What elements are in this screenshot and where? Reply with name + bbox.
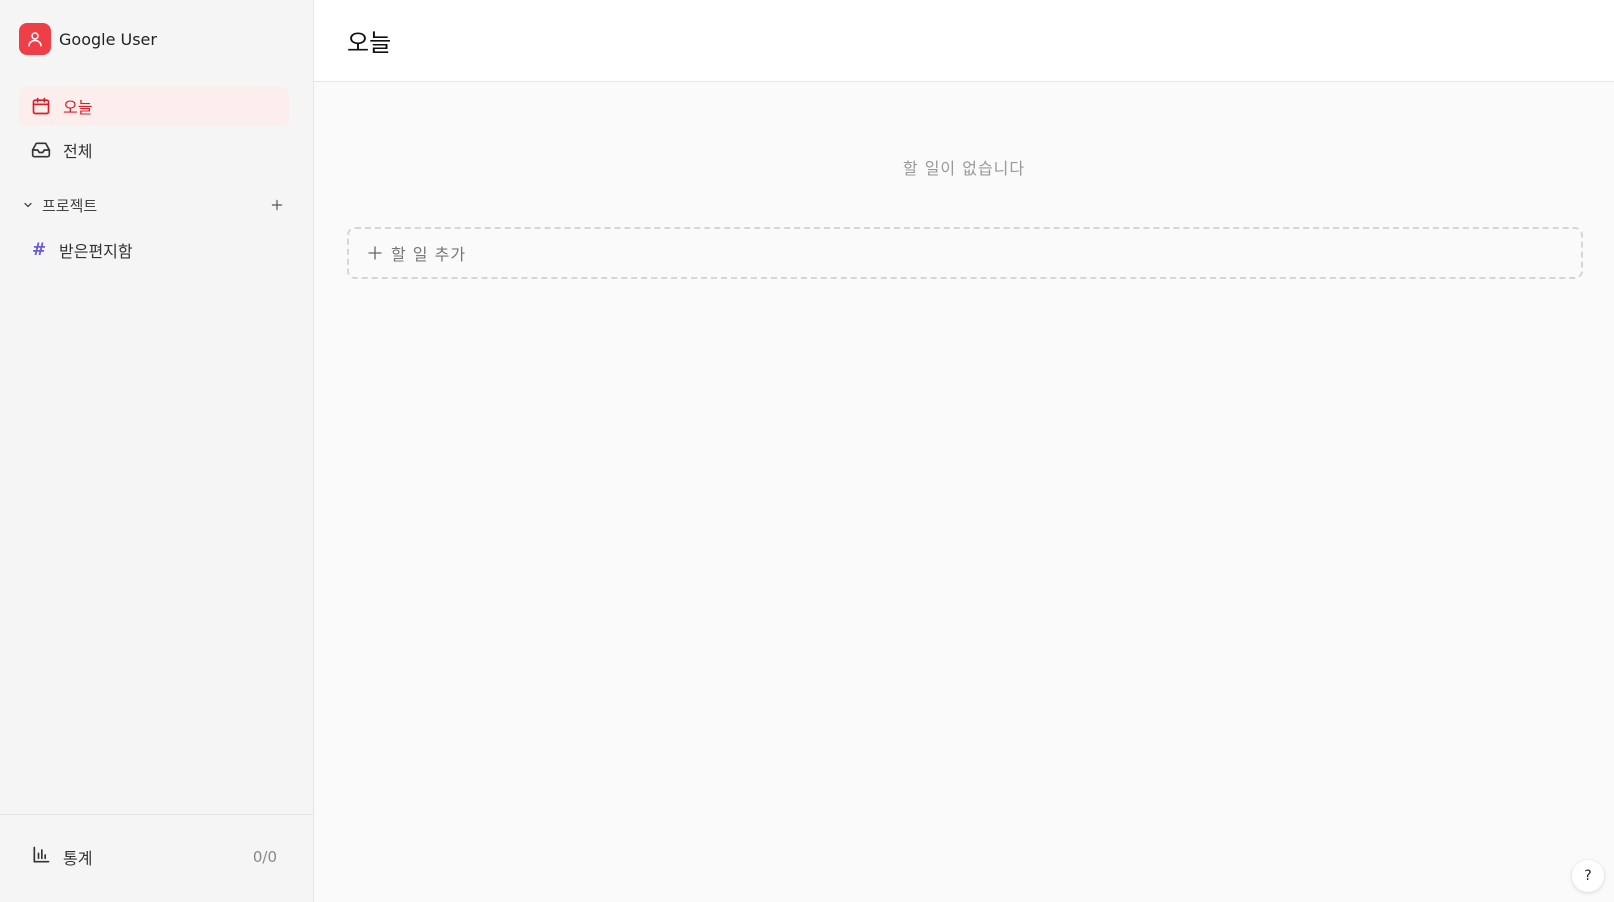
project-label: 받은편지함 [59,242,133,261]
chevron-down-icon[interactable] [20,197,36,213]
sidebar-footer: 통계 0/0 [0,814,314,902]
stats-button[interactable]: 통계 0/0 [19,837,289,877]
plus-icon [368,246,382,260]
sidebar-item-all[interactable]: 전체 [19,130,289,170]
add-project-button[interactable] [267,195,287,215]
projects-header: 프로젝트 [19,191,289,219]
avatar [19,23,51,55]
user-profile[interactable]: Google User [19,22,157,56]
page-title: 오늘 [347,29,392,57]
sidebar-item-label: 오늘 [63,98,93,117]
plus-icon [271,199,283,211]
stats-count: 0/0 [252,848,277,866]
help-button[interactable]: ? [1572,860,1604,892]
sidebar-item-label: 전체 [63,142,93,161]
sidebar-item-today[interactable]: 오늘 [19,86,289,126]
main-header: 오늘 [314,0,1614,82]
empty-state-text: 할 일이 없습니다 [902,159,1026,178]
stats-label: 통계 [63,849,93,868]
sidebar: Google User 오늘 전체 프로젝트 # 받은편지함 통계 0/0 [0,0,314,902]
calendar-icon [31,96,51,116]
bar-chart-icon [31,845,51,869]
hash-icon: # [31,240,47,260]
add-task-label: 할 일 추가 [391,245,467,264]
inbox-icon [31,140,51,160]
user-icon [28,32,42,47]
sidebar-nav: 오늘 전체 [19,86,289,174]
projects-header-label: 프로젝트 [42,196,98,215]
user-name: Google User [59,29,157,49]
sidebar-item-inbox-project[interactable]: # 받은편지함 [19,230,289,270]
app: Google User 오늘 전체 프로젝트 # 받은편지함 통계 0/0 오늘… [0,0,1614,902]
main-content: 오늘 할 일이 없습니다 할 일 추가 ? [314,0,1614,902]
add-task-button[interactable]: 할 일 추가 [347,227,1583,279]
